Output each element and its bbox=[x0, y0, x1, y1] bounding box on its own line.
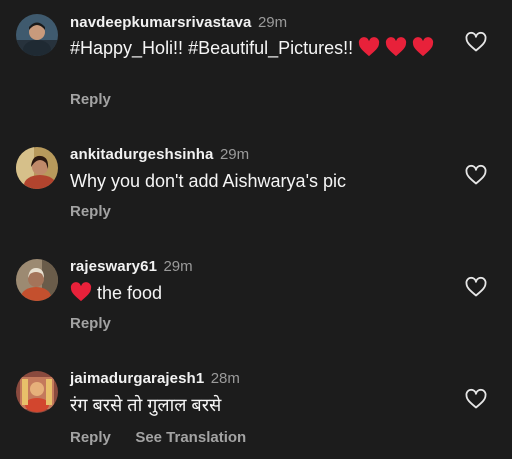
like-button[interactable] bbox=[464, 275, 488, 299]
heart-outline-icon bbox=[465, 388, 487, 409]
like-button[interactable] bbox=[464, 387, 488, 411]
avatar-photo-icon bbox=[16, 14, 58, 56]
timestamp: 29m bbox=[257, 14, 288, 31]
like-button[interactable] bbox=[464, 163, 488, 187]
avatar[interactable] bbox=[16, 371, 58, 413]
red-heart-emoji-icon bbox=[359, 37, 380, 57]
see-translation-button[interactable]: See Translation bbox=[135, 429, 246, 446]
avatar-photo-icon bbox=[16, 259, 58, 301]
red-heart-emoji-icon bbox=[70, 282, 92, 302]
comment-text: Why you don't add Aishwarya's pic bbox=[70, 168, 440, 194]
comment-text-body: #Happy_Holi!! #Beautiful_Pictures!! bbox=[70, 38, 354, 58]
heart-outline-icon bbox=[465, 164, 487, 185]
username[interactable]: jaimadurgarajesh1 bbox=[70, 370, 204, 387]
comment-actions: Reply bbox=[70, 315, 131, 333]
avatar[interactable] bbox=[16, 147, 58, 189]
timestamp: 29m bbox=[219, 146, 250, 163]
reply-button[interactable]: Reply bbox=[70, 429, 111, 446]
comment-actions: Reply bbox=[70, 203, 131, 221]
timestamp: 28m bbox=[210, 370, 240, 387]
username[interactable]: ankitadurgeshsinha bbox=[70, 146, 214, 163]
comment-actions: Reply bbox=[70, 91, 131, 109]
comment-text: #Happy_Holi!! #Beautiful_Pictures!! bbox=[70, 35, 440, 61]
avatar[interactable] bbox=[16, 14, 58, 56]
avatar-photo-icon bbox=[16, 371, 58, 413]
username[interactable]: rajeswary61 bbox=[70, 258, 157, 275]
comment-meta: jaimadurgarajesh1 28m bbox=[70, 370, 240, 388]
comment-text: the food bbox=[70, 280, 440, 306]
comment-text-body: the food bbox=[97, 283, 163, 303]
username[interactable]: navdeepkumarsrivastava bbox=[70, 14, 251, 31]
reply-button[interactable]: Reply bbox=[70, 91, 111, 108]
red-heart-emoji-icon bbox=[386, 37, 407, 57]
comment-text: रंग बरसे तो गुलाल बरसे bbox=[70, 392, 440, 418]
comments-list: navdeepkumarsrivastava 29m #Happy_Holi!!… bbox=[0, 0, 512, 459]
comment-meta: ankitadurgeshsinha 29m bbox=[70, 146, 249, 164]
avatar-photo-icon bbox=[16, 147, 58, 189]
comment-text-body: रंग बरसे तो गुलाल बरसे bbox=[70, 395, 222, 415]
comment-meta: navdeepkumarsrivastava 29m bbox=[70, 14, 287, 32]
heart-outline-icon bbox=[465, 31, 487, 52]
reply-button[interactable]: Reply bbox=[70, 315, 111, 332]
timestamp: 29m bbox=[163, 258, 193, 275]
comment-actions: Reply See Translation bbox=[70, 429, 266, 447]
heart-outline-icon bbox=[465, 276, 487, 297]
reply-button[interactable]: Reply bbox=[70, 203, 111, 220]
avatar[interactable] bbox=[16, 259, 58, 301]
comment-meta: rajeswary61 29m bbox=[70, 258, 193, 276]
like-button[interactable] bbox=[464, 30, 488, 54]
comment-text-body: Why you don't add Aishwarya's pic bbox=[70, 171, 347, 191]
red-heart-emoji-icon bbox=[413, 37, 434, 57]
